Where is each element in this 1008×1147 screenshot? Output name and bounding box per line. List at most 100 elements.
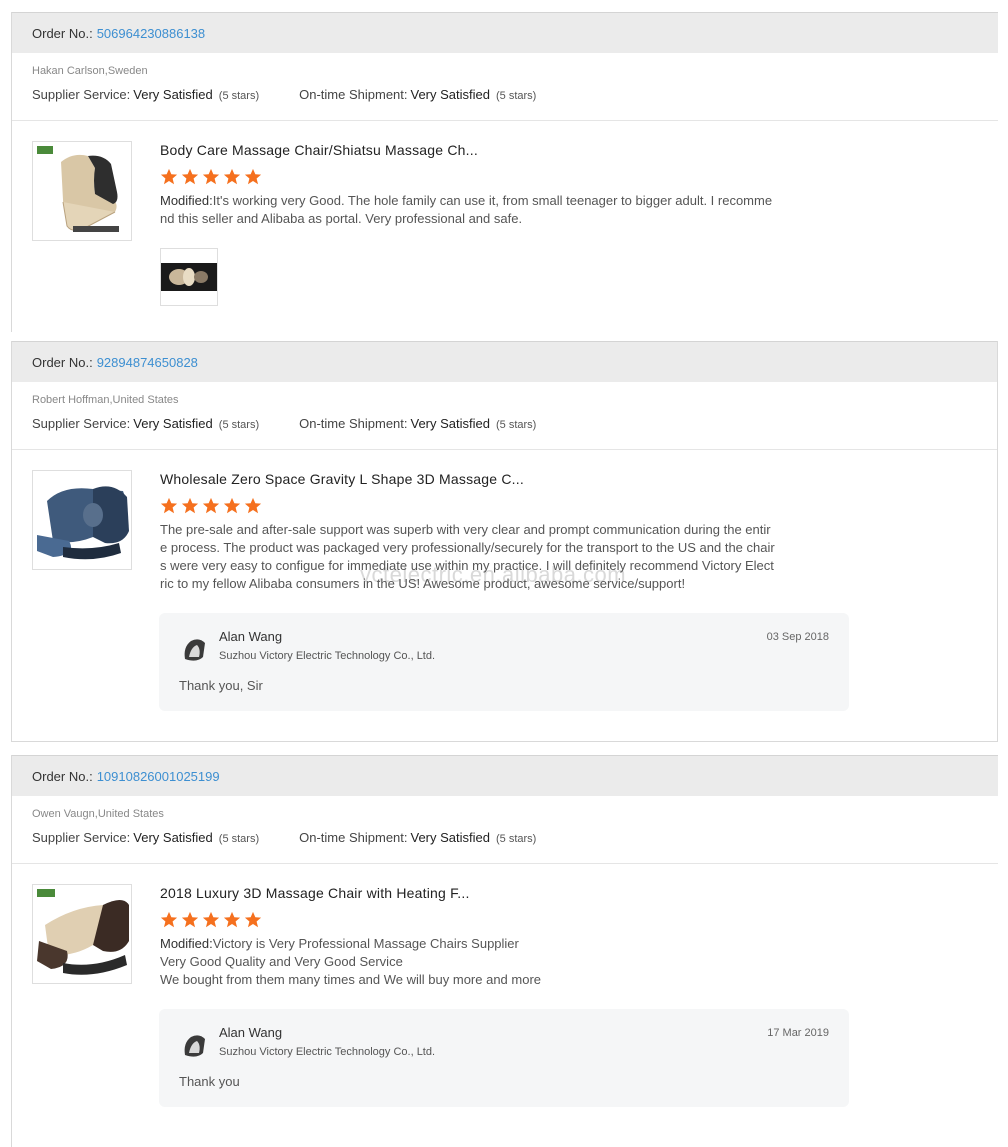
review-card: Order No.: 92894874650828 Robert Hoffman… xyxy=(11,341,998,742)
supplier-service-stars: (5 stars) xyxy=(218,833,260,845)
reply-message: Thank you xyxy=(179,1074,240,1089)
reply-author: Alan Wang Suzhou Victory Electric Techno… xyxy=(219,1025,829,1058)
review-line: e process. The product was packaged very… xyxy=(160,540,775,555)
reply-company: Suzhou Victory Electric Technology Co., … xyxy=(219,650,436,662)
star-icon xyxy=(181,911,199,928)
order-label: Order No.: xyxy=(32,25,93,41)
supplier-service-value: Very Satisfied xyxy=(133,87,213,102)
order-bar: Order No.: 506964230886138 xyxy=(12,12,998,53)
review-photo-icon[interactable] xyxy=(160,248,218,306)
supplier-service-stars: (5 stars) xyxy=(218,419,260,431)
shipment-stars: (5 stars) xyxy=(496,419,537,431)
star-icon xyxy=(223,168,241,185)
star-rating xyxy=(160,911,810,929)
star-icon xyxy=(244,911,262,928)
star-icon xyxy=(202,911,220,928)
review-line: nd this seller and Alibaba as portal. Ve… xyxy=(160,211,523,226)
star-icon xyxy=(244,168,262,185)
shipment-label: On-time Shipment: xyxy=(299,87,408,102)
service-ratings: Supplier Service: Very Satisfied (5 stars)… xyxy=(32,416,977,431)
buyer-name: Robert Hoffman,United States xyxy=(32,394,179,406)
review-content: 2018 Luxury 3D Massage Chair with Heatin… xyxy=(159,885,849,1107)
supplier-service-value: Very Satisfied xyxy=(133,830,213,845)
review-card: Order No.: 506964230886138 Hakan Carlson… xyxy=(11,12,998,332)
review-line: s were very easy to configue for immedia… xyxy=(160,558,774,573)
review-line: It's working very Good. The hole family … xyxy=(212,193,773,208)
review-line: We bought from them many times and We wi… xyxy=(160,972,542,987)
star-icon xyxy=(223,911,241,928)
star-icon xyxy=(181,168,199,185)
shipment-value: Very Satisfied xyxy=(410,87,491,102)
order-number-link[interactable]: 92894874650828 xyxy=(97,355,198,370)
shipment-value: Very Satisfied xyxy=(410,830,491,845)
star-icon xyxy=(181,497,199,514)
reply-date: 17 Mar 2019 xyxy=(767,1027,829,1039)
product-title-link[interactable]: 2018 Luxury 3D Massage Chair with Heatin… xyxy=(160,885,810,901)
supplier-service-rating: Supplier Service: Very Satisfied (5 stars) xyxy=(32,416,259,431)
service-ratings: Supplier Service: Very Satisfied (5 stars)… xyxy=(32,87,978,102)
supplier-reply: Alan Wang Suzhou Victory Electric Techno… xyxy=(159,613,849,711)
review-line: Victory is Very Professional Massage Cha… xyxy=(212,936,519,951)
supplier-service-stars: (5 stars) xyxy=(218,90,260,102)
avatar-icon xyxy=(184,1035,205,1057)
star-icon xyxy=(202,168,220,185)
star-icon xyxy=(223,497,241,514)
product-title-link[interactable]: Body Care Massage Chair/Shiatsu Massage … xyxy=(160,142,810,158)
reply-author-name: Alan Wang xyxy=(219,629,283,644)
order-bar: Order No.: 92894874650828 xyxy=(12,341,997,382)
reply-message: Thank you, Sir xyxy=(179,678,263,693)
service-ratings: Supplier Service: Very Satisfied (5 stars)… xyxy=(32,830,978,845)
review-meta: Robert Hoffman,United States Supplier Se… xyxy=(12,382,997,450)
supplier-service-value: Very Satisfied xyxy=(133,416,213,431)
review-text: Modified:Victory is Very Professional Ma… xyxy=(160,935,810,989)
massage-chair-blue-icon[interactable] xyxy=(32,470,132,570)
shipment-rating: On-time Shipment: Very Satisfied (5 stars) xyxy=(299,830,536,845)
supplier-service-label: Supplier Service: xyxy=(32,416,131,431)
review-meta: Hakan Carlson,Sweden Supplier Service: Ve… xyxy=(12,53,998,121)
reply-author-name: Alan Wang xyxy=(219,1025,283,1040)
order-label: Order No.: xyxy=(32,354,93,370)
modified-label: Modified: xyxy=(160,936,213,951)
shipment-label: On-time Shipment: xyxy=(299,830,408,845)
star-rating xyxy=(160,497,810,515)
buyer-name: Hakan Carlson,Sweden xyxy=(32,65,148,77)
supplier-service-label: Supplier Service: xyxy=(32,830,131,845)
buyer-name: Owen Vaugn,United States xyxy=(32,808,164,820)
review-line: The pre-sale and after-sale support was … xyxy=(160,522,771,537)
star-rating xyxy=(160,168,810,186)
review-meta: Owen Vaugn,United States Supplier Servic… xyxy=(12,796,998,864)
review-content: Wholesale Zero Space Gravity L Shape 3D … xyxy=(159,471,849,711)
review-line: Very Good Quality and Very Good Service xyxy=(160,954,403,969)
star-icon xyxy=(160,497,178,514)
reply-company: Suzhou Victory Electric Technology Co., … xyxy=(219,1046,436,1058)
avatar-icon xyxy=(184,639,205,661)
reply-author: Alan Wang Suzhou Victory Electric Techno… xyxy=(219,629,829,662)
product-title-link[interactable]: Wholesale Zero Space Gravity L Shape 3D … xyxy=(160,471,810,487)
review-line: ric to my fellow Alibaba consumers in th… xyxy=(160,576,686,591)
massage-chair-beige-icon[interactable] xyxy=(32,141,132,241)
shipment-value: Very Satisfied xyxy=(410,416,491,431)
supplier-service-label: Supplier Service: xyxy=(32,87,131,102)
star-icon xyxy=(160,168,178,185)
modified-label: Modified: xyxy=(160,193,213,208)
shipment-stars: (5 stars) xyxy=(496,833,537,845)
star-icon xyxy=(202,497,220,514)
supplier-reply: Alan Wang Suzhou Victory Electric Techno… xyxy=(159,1009,849,1107)
massage-chair-brown-icon[interactable] xyxy=(32,884,132,984)
reply-date: 03 Sep 2018 xyxy=(766,631,829,643)
review-body: 2018 Luxury 3D Massage Chair with Heatin… xyxy=(12,864,998,1127)
review-text: The pre-sale and after-sale support was … xyxy=(160,521,810,593)
star-icon xyxy=(160,911,178,928)
review-content: Body Care Massage Chair/Shiatsu Massage … xyxy=(160,142,810,306)
supplier-service-rating: Supplier Service: Very Satisfied (5 stars) xyxy=(32,830,259,845)
review-body: Body Care Massage Chair/Shiatsu Massage … xyxy=(12,121,998,326)
review-text: Modified:It's working very Good. The hol… xyxy=(160,192,810,228)
review-body: Wholesale Zero Space Gravity L Shape 3D … xyxy=(12,450,997,731)
supplier-service-rating: Supplier Service: Very Satisfied (5 stars) xyxy=(32,87,259,102)
order-bar: Order No.: 10910826001025199 xyxy=(12,755,998,796)
order-number-link[interactable]: 10910826001025199 xyxy=(97,769,220,784)
review-card: Order No.: 10910826001025199 Owen Vaugn,… xyxy=(11,755,998,1147)
shipment-rating: On-time Shipment: Very Satisfied (5 stars) xyxy=(299,87,536,102)
order-number-link[interactable]: 506964230886138 xyxy=(97,26,205,41)
order-label: Order No.: xyxy=(32,768,93,784)
